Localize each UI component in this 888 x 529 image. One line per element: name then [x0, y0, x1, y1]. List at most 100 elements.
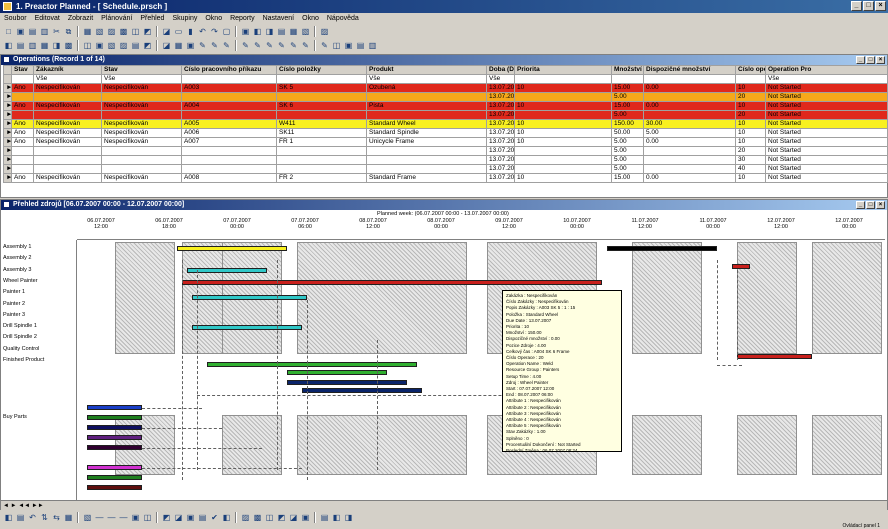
- row-selector[interactable]: ►: [3, 119, 12, 129]
- operation-bar[interactable]: [87, 425, 142, 430]
- toolbar-button-icon[interactable]: ✎: [221, 40, 232, 51]
- operation-bar[interactable]: [187, 268, 267, 273]
- table-row[interactable]: ► 13.07.2007 5.00 20Not Started: [3, 146, 888, 156]
- toolbar-button-icon[interactable]: ✎: [264, 40, 275, 51]
- toolbar-button-icon[interactable]: ▩: [63, 40, 74, 51]
- toolbar-button-icon[interactable]: ⇆: [51, 512, 62, 523]
- row-selector[interactable]: ►: [3, 173, 12, 183]
- toolbar-button-icon[interactable]: ▦: [39, 40, 50, 51]
- row-selector[interactable]: ►: [3, 101, 12, 111]
- operation-bar[interactable]: [87, 475, 142, 480]
- operation-bar[interactable]: [287, 370, 387, 375]
- gantt-close-button[interactable]: ×: [876, 201, 885, 209]
- toolbar-button-icon[interactable]: —: [106, 512, 117, 523]
- table-row[interactable]: ►AnoNespecifikovánNespecifikovánA005W411…: [3, 119, 888, 129]
- operation-bar[interactable]: [87, 465, 142, 470]
- menu-item[interactable]: Okno: [302, 13, 319, 24]
- toolbar-button-icon[interactable]: ▣: [240, 26, 251, 37]
- toolbar-button-icon[interactable]: ▩: [252, 512, 263, 523]
- column-filter[interactable]: Vše: [101, 74, 182, 84]
- resource-label[interactable]: Painter 3: [3, 312, 25, 318]
- toolbar-button-icon[interactable]: ▭: [173, 26, 184, 37]
- toolbar-button-icon[interactable]: ◧: [221, 512, 232, 523]
- toolbar-button-icon[interactable]: ▤: [197, 512, 208, 523]
- table-row[interactable]: ►AnoNespecifikovánNespecifikovánA008FR 2…: [3, 173, 888, 183]
- gantt-minimize-button[interactable]: _: [856, 201, 865, 209]
- row-selector[interactable]: ►: [3, 164, 12, 174]
- toolbar-button-icon[interactable]: ▤: [27, 26, 38, 37]
- row-selector[interactable]: ►: [3, 92, 12, 102]
- table-row[interactable]: ► 13.07.2007 5.00 20Not Started: [3, 110, 888, 120]
- toolbar-button-icon[interactable]: ▥: [39, 26, 50, 37]
- operation-bar[interactable]: [177, 246, 287, 251]
- menu-item[interactable]: Okno: [205, 13, 222, 24]
- column-header[interactable]: Číslo operace: [735, 65, 766, 75]
- row-selector[interactable]: ►: [3, 83, 12, 93]
- toolbar-button-icon[interactable]: ✎: [276, 40, 287, 51]
- column-header[interactable]: Stav: [11, 65, 34, 75]
- toolbar-button-icon[interactable]: ✎: [288, 40, 299, 51]
- toolbar-button-icon[interactable]: ▧: [82, 512, 93, 523]
- operation-bar[interactable]: [302, 388, 422, 393]
- minimize-button[interactable]: _: [851, 1, 862, 11]
- menu-item[interactable]: Skupiny: [172, 13, 197, 24]
- menu-item[interactable]: Nastavení: [263, 13, 295, 24]
- column-filter[interactable]: Vše: [486, 74, 515, 84]
- operation-bar[interactable]: [182, 280, 602, 285]
- toolbar-button-icon[interactable]: ▨: [118, 40, 129, 51]
- table-row[interactable]: ►AnoNespecifikovánNespecifikovánA004SK 6…: [3, 101, 888, 111]
- resource-label[interactable]: Wheel Painter: [3, 278, 38, 284]
- toolbar-button-icon[interactable]: —: [118, 512, 129, 523]
- resource-label[interactable]: Drill Spindle 2: [3, 334, 37, 340]
- toolbar-button-icon[interactable]: ▧: [106, 40, 117, 51]
- toolbar-button-icon[interactable]: ◩: [142, 40, 153, 51]
- toolbar-button-icon[interactable]: ✎: [300, 40, 311, 51]
- toolbar-button-icon[interactable]: ▤: [276, 26, 287, 37]
- toolbar-button-icon[interactable]: ◫: [142, 512, 153, 523]
- column-filter[interactable]: [643, 74, 736, 84]
- resource-label[interactable]: Assembly 3: [3, 267, 31, 273]
- toolbar-button-icon[interactable]: ◪: [161, 26, 172, 37]
- column-header[interactable]: Priorita: [514, 65, 612, 75]
- operation-bar[interactable]: [87, 405, 142, 410]
- operation-bar[interactable]: [207, 362, 417, 367]
- column-header[interactable]: Produkt: [366, 65, 487, 75]
- toolbar-button-icon[interactable]: ◫: [264, 512, 275, 523]
- row-selector[interactable]: ►: [3, 137, 12, 147]
- column-header[interactable]: Číslo pracovního příkazu: [181, 65, 277, 75]
- toolbar-button-icon[interactable]: ▦: [288, 26, 299, 37]
- toolbar-button-icon[interactable]: ▤: [15, 40, 26, 51]
- resource-label[interactable]: Quality Control: [3, 346, 39, 352]
- toolbar-button-icon[interactable]: ▧: [94, 26, 105, 37]
- row-selector[interactable]: ►: [3, 128, 12, 138]
- resource-label[interactable]: Finished Product: [3, 357, 44, 363]
- menu-item[interactable]: Přehled: [140, 13, 164, 24]
- toolbar-button-icon[interactable]: ◨: [264, 26, 275, 37]
- toolbar-button-icon[interactable]: ⇅: [39, 512, 50, 523]
- gantt-maximize-button[interactable]: □: [866, 201, 875, 209]
- resource-label[interactable]: Painter 2: [3, 301, 25, 307]
- toolbar-button-icon[interactable]: ↶: [27, 512, 38, 523]
- column-header[interactable]: Dispozičné množství: [643, 65, 736, 75]
- resource-label[interactable]: Buy Parts: [3, 414, 27, 420]
- toolbar-button-icon[interactable]: ◧: [331, 512, 342, 523]
- menu-item[interactable]: Reporty: [230, 13, 255, 24]
- column-filter[interactable]: [276, 74, 367, 84]
- column-filter[interactable]: [11, 74, 34, 84]
- column-filter[interactable]: Vše: [33, 74, 102, 84]
- operations-minimize-button[interactable]: _: [856, 56, 865, 64]
- toolbar-button-icon[interactable]: ◧: [252, 26, 263, 37]
- toolbar-button-icon[interactable]: ◨: [343, 512, 354, 523]
- column-filter[interactable]: Vše: [765, 74, 888, 84]
- gantt-chart[interactable]: Zakázka : Nespecifikován Číslo Zakázky : …: [77, 240, 885, 500]
- toolbar-button-icon[interactable]: ▮: [185, 26, 196, 37]
- toolbar-button-icon[interactable]: ◫: [331, 40, 342, 51]
- operation-bar[interactable]: [87, 485, 142, 490]
- operation-bar[interactable]: [737, 354, 812, 359]
- resource-label[interactable]: Assembly 1: [3, 244, 31, 250]
- resource-label[interactable]: Drill Spindle 1: [3, 323, 37, 329]
- toolbar-button-icon[interactable]: ◧: [3, 40, 14, 51]
- toolbar-button-icon[interactable]: ▥: [27, 40, 38, 51]
- toolbar-button-icon[interactable]: ◫: [130, 26, 141, 37]
- operation-bar[interactable]: [732, 264, 750, 269]
